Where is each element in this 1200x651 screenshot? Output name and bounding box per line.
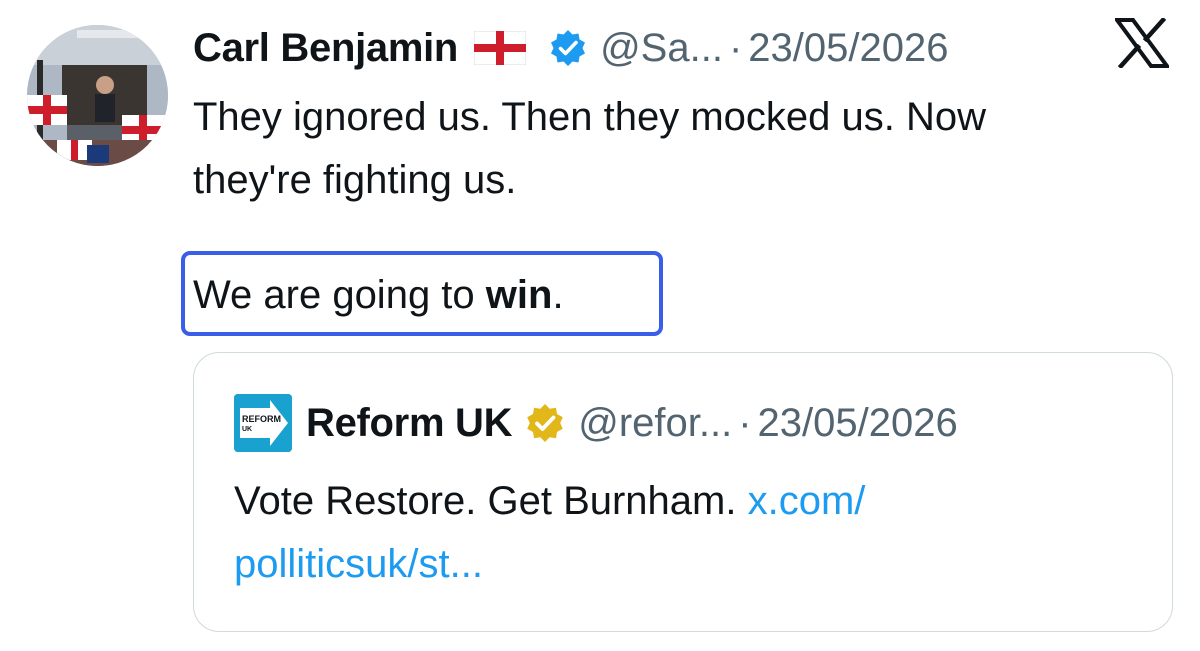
- tweet: Carl Benjamin @Sa... · 23/05/2026 They i: [0, 0, 1200, 651]
- highlight-bold-word: win: [485, 273, 553, 317]
- quoted-text-line: Vote Restore. Get Burnham. x.com/: [234, 470, 1134, 533]
- quoted-author-name[interactable]: Reform UK: [306, 401, 513, 446]
- highlight-suffix: .: [552, 273, 564, 317]
- quoted-text: Vote Restore. Get Burnham.: [234, 479, 748, 523]
- logo-text-line1: REFORM: [242, 414, 281, 424]
- author-name[interactable]: Carl Benjamin: [193, 26, 458, 71]
- tweet-text-line: They ignored us. Then they mocked us. No…: [193, 95, 987, 139]
- tweet-header: Carl Benjamin @Sa... · 23/05/2026: [193, 18, 948, 78]
- tweet-text: They ignored us. Then they mocked us. No…: [193, 86, 1173, 212]
- x-logo-icon[interactable]: [1113, 16, 1171, 70]
- avatar-photo: [27, 25, 168, 166]
- logo-text-line2: UK: [242, 426, 252, 433]
- gold-verified-badge-icon: [524, 402, 566, 444]
- quoted-tweet-card[interactable]: REFORM UK Reform UK @refor... · 23/05/20…: [193, 352, 1173, 632]
- reform-uk-logo[interactable]: REFORM UK: [234, 394, 292, 452]
- tweet-text-line: they're fighting us.: [193, 158, 517, 202]
- quoted-tweet-text: Vote Restore. Get Burnham. x.com/ pollit…: [234, 470, 1134, 596]
- separator-dot: ·: [728, 25, 743, 70]
- england-flag-icon: [473, 30, 527, 66]
- quoted-author-handle[interactable]: @refor...: [578, 401, 732, 446]
- quoted-tweet-date[interactable]: 23/05/2026: [758, 401, 958, 446]
- tweet-date[interactable]: 23/05/2026: [748, 26, 948, 71]
- author-handle[interactable]: @Sa...: [600, 26, 723, 71]
- quoted-tweet-header: REFORM UK Reform UK @refor... · 23/05/20…: [234, 393, 958, 453]
- quoted-separator-dot: ·: [738, 400, 752, 445]
- quoted-link-part2[interactable]: polliticsuk/st...: [234, 542, 483, 586]
- quoted-link-part1[interactable]: x.com/: [748, 479, 866, 523]
- verified-badge-icon: [548, 28, 588, 68]
- highlighted-text: We are going to win.: [193, 264, 564, 327]
- quoted-text-line: polliticsuk/st...: [234, 533, 1134, 596]
- avatar[interactable]: [27, 25, 168, 166]
- highlight-prefix: We are going to: [193, 273, 486, 317]
